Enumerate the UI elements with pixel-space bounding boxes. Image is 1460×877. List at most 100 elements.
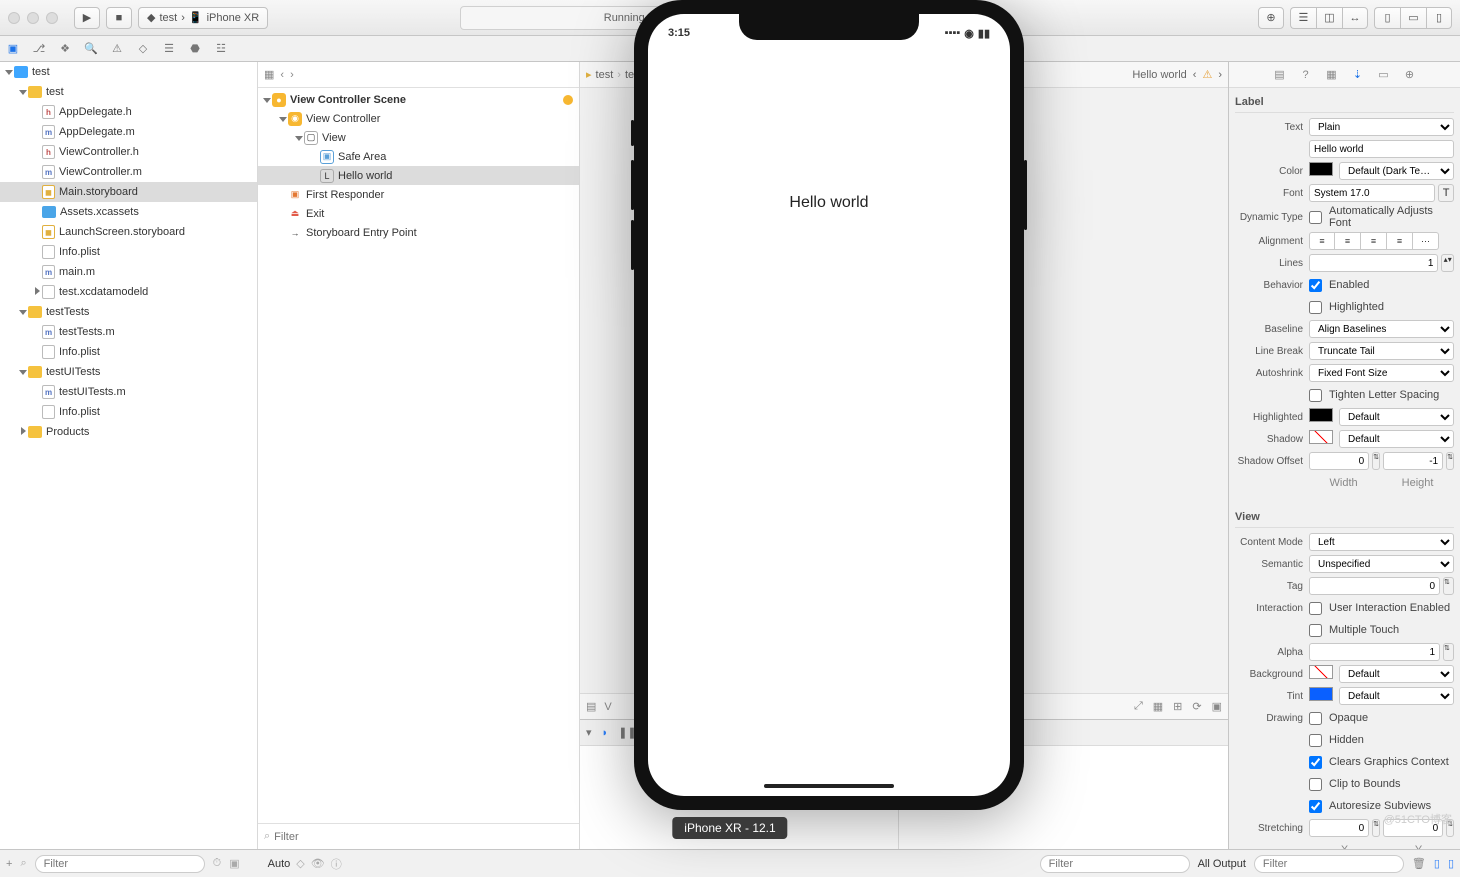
file-row[interactable]: ◼LaunchScreen.storyboard	[0, 222, 257, 242]
color-swatch[interactable]	[1309, 430, 1333, 444]
baseline-select[interactable]: Align Baselines	[1309, 320, 1454, 338]
color-swatch[interactable]	[1309, 665, 1333, 679]
device-screen[interactable]: 3:15 ▪▪▪▪ ◉ ▮▮ Hello world	[648, 14, 1010, 796]
simulator-window[interactable]: 3:15 ▪▪▪▪ ◉ ▮▮ Hello world	[634, 0, 1024, 810]
debug-navigator-tab[interactable]: ☰	[160, 40, 178, 58]
toggle-debug-button[interactable]: ▭	[1400, 7, 1426, 29]
disclosure-icon[interactable]	[278, 114, 288, 124]
stepper-icon[interactable]: ⇅	[1443, 577, 1454, 595]
source-control-navigator-tab[interactable]: ⎇	[30, 40, 48, 58]
close-window-button[interactable]	[8, 12, 20, 24]
auto-label[interactable]: Auto	[268, 858, 291, 870]
font-picker-icon[interactable]: T	[1438, 184, 1454, 202]
tint-select[interactable]: Default	[1339, 687, 1454, 705]
hidden-checkbox[interactable]	[1309, 734, 1322, 747]
test-navigator-tab[interactable]: ◇	[134, 40, 152, 58]
content-mode-select[interactable]: Left	[1309, 533, 1454, 551]
identity-inspector-tab[interactable]: ▦	[1323, 66, 1341, 84]
symbol-navigator-tab[interactable]: ❖	[56, 40, 74, 58]
file-row[interactable]: Assets.xcassets	[0, 202, 257, 222]
toggle-navigator-button[interactable]: ▯	[1374, 7, 1400, 29]
autoshrink-select[interactable]: Fixed Font Size	[1309, 364, 1454, 382]
variables-filter-input[interactable]	[1040, 855, 1190, 873]
file-row[interactable]: mtestUITests.m	[0, 382, 257, 402]
library-button[interactable]: ⊕	[1258, 7, 1284, 29]
pin-tool-icon[interactable]: ⊞	[1173, 700, 1182, 713]
group-testTests[interactable]: testTests	[0, 302, 257, 322]
prev-issue-icon[interactable]: ‹	[1193, 69, 1197, 81]
connections-inspector-tab[interactable]: ⊕	[1401, 66, 1419, 84]
issue-navigator-tab[interactable]: ⚠	[108, 40, 126, 58]
disclosure-icon[interactable]	[32, 287, 42, 297]
shadow-height-input[interactable]	[1383, 452, 1443, 470]
run-button[interactable]: ▶	[74, 7, 100, 29]
zoom-window-button[interactable]	[46, 12, 58, 24]
color-swatch[interactable]	[1309, 687, 1333, 701]
standard-editor-button[interactable]: ☰	[1290, 7, 1316, 29]
entry-point-row[interactable]: →Storyboard Entry Point	[258, 223, 579, 242]
forward-icon[interactable]: ›	[290, 69, 294, 81]
console-filter-input[interactable]	[1254, 855, 1404, 873]
disclosure-icon[interactable]	[18, 427, 28, 437]
quicklook-icon[interactable]: ⓘ	[331, 856, 342, 872]
breakpoints-icon[interactable]: ◗	[602, 727, 609, 739]
file-inspector-tab[interactable]: ▤	[1271, 66, 1289, 84]
stepper-icon[interactable]: ⇅	[1372, 452, 1380, 470]
file-row[interactable]: hViewController.h	[0, 142, 257, 162]
group-test[interactable]: test	[0, 82, 257, 102]
assistant-editor-button[interactable]: ◫	[1316, 7, 1342, 29]
view-controller-row[interactable]: ◉View Controller	[258, 109, 579, 128]
file-row[interactable]: Info.plist	[0, 342, 257, 362]
autoresize-checkbox[interactable]	[1309, 800, 1322, 813]
font-input[interactable]	[1309, 184, 1435, 202]
align-tool-icon[interactable]: ▦	[1153, 700, 1163, 713]
back-icon[interactable]: ‹	[280, 69, 284, 81]
first-responder-row[interactable]: ▣First Responder	[258, 185, 579, 204]
attributes-inspector-tab[interactable]: ⇣	[1349, 66, 1367, 84]
disclosure-icon[interactable]	[18, 367, 28, 377]
crumb-tail[interactable]: Hello world	[1132, 69, 1186, 81]
exit-row[interactable]: ⏏Exit	[258, 204, 579, 223]
semantic-select[interactable]: Unspecified	[1309, 555, 1454, 573]
tag-input[interactable]	[1309, 577, 1440, 595]
clip-to-bounds-checkbox[interactable]	[1309, 778, 1322, 791]
file-row[interactable]: mtestTests.m	[0, 322, 257, 342]
file-row[interactable]: Info.plist	[0, 402, 257, 422]
stepper-icon[interactable]: ⇅	[1443, 643, 1454, 661]
scheme-selector[interactable]: ◆ test › 📱 iPhone XR	[138, 7, 268, 29]
crumb[interactable]: test	[596, 69, 614, 81]
file-row-selected[interactable]: ◼Main.storyboard	[0, 182, 257, 202]
color-swatch[interactable]	[1309, 162, 1333, 176]
add-file-icon[interactable]: +	[6, 858, 12, 870]
disclosure-icon[interactable]	[294, 133, 304, 143]
dynamic-type-checkbox[interactable]	[1309, 211, 1322, 224]
warning-icon[interactable]: ⚠	[1202, 68, 1212, 81]
linebreak-select[interactable]: Truncate Tail	[1309, 342, 1454, 360]
breakpoint-navigator-tab[interactable]: ⬣	[186, 40, 204, 58]
multi-touch-checkbox[interactable]	[1309, 624, 1322, 637]
project-root[interactable]: test	[0, 62, 257, 82]
group-products[interactable]: Products	[0, 422, 257, 442]
background-select[interactable]: Default	[1339, 665, 1454, 683]
stretch-x-input[interactable]	[1309, 819, 1369, 837]
text-value-input[interactable]	[1309, 140, 1454, 158]
lines-input[interactable]	[1309, 254, 1438, 272]
shadow-color-select[interactable]: Default	[1339, 430, 1454, 448]
disclosure-icon[interactable]	[18, 87, 28, 97]
project-navigator-tab[interactable]: ▣	[4, 40, 22, 58]
size-inspector-tab[interactable]: ▭	[1375, 66, 1393, 84]
clears-graphics-checkbox[interactable]	[1309, 756, 1322, 769]
text-type-select[interactable]: Plain	[1309, 118, 1454, 136]
minimize-window-button[interactable]	[27, 12, 39, 24]
align-right-button[interactable]: ≡	[1361, 232, 1387, 250]
trash-icon[interactable]: 🗑	[1412, 857, 1426, 870]
align-center-button[interactable]: ≡	[1335, 232, 1361, 250]
align-left-button[interactable]: ≡	[1309, 232, 1335, 250]
color-swatch[interactable]	[1309, 408, 1333, 422]
disclosure-icon[interactable]	[18, 307, 28, 317]
disclosure-icon[interactable]	[262, 95, 272, 105]
file-row[interactable]: hAppDelegate.h	[0, 102, 257, 122]
align-natural-button[interactable]: ⋯	[1413, 232, 1439, 250]
stepper-icon[interactable]: ⇅	[1372, 819, 1380, 837]
stop-button[interactable]: ■	[106, 7, 132, 29]
